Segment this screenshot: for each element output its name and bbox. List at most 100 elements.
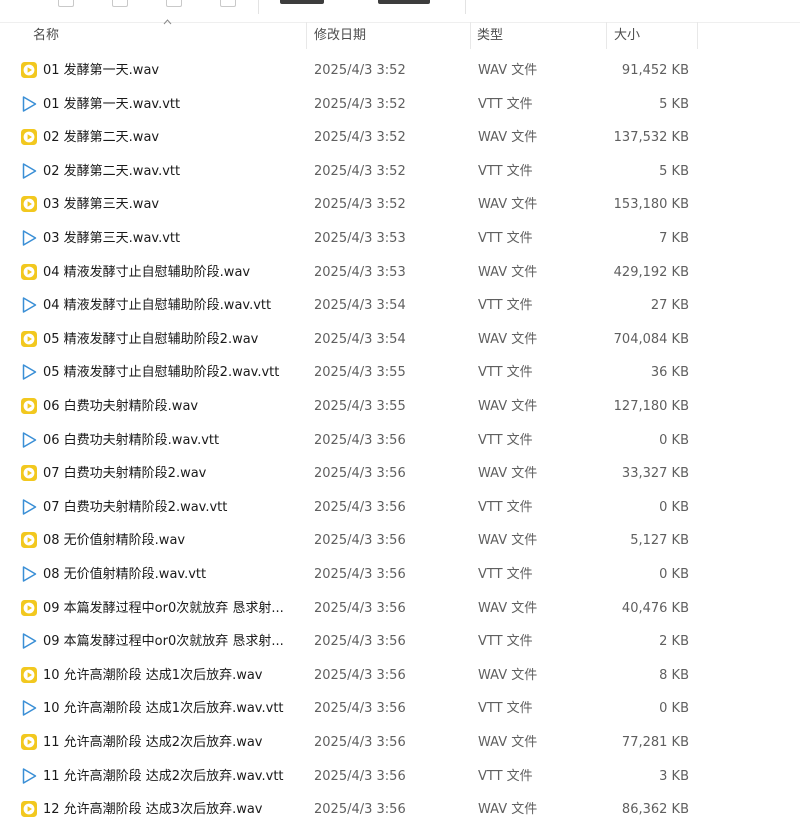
vtt-media-icon: [20, 431, 38, 449]
file-row[interactable]: 09 本篇发酵过程中or0次就放弃 恳求射... 2025/4/3 3:56 V…: [0, 625, 700, 659]
file-size: 0 KB: [659, 701, 689, 717]
file-name: 01 发酵第一天.wav.vtt: [43, 96, 181, 112]
file-type: VTT 文件: [478, 365, 533, 381]
file-type: VTT 文件: [478, 432, 533, 448]
file-type: VTT 文件: [478, 701, 533, 717]
vtt-media-icon: [20, 229, 38, 247]
wav-audio-icon: [20, 195, 38, 213]
copy-icon[interactable]: [58, 0, 74, 7]
column-name-header[interactable]: 名称: [33, 22, 59, 49]
file-date: 2025/4/3 3:56: [314, 768, 406, 784]
toolbar: [0, 0, 800, 23]
column-divider[interactable]: [470, 22, 471, 49]
file-row[interactable]: 09 本篇发酵过程中or0次就放弃 恳求射... 2025/4/3 3:56 W…: [0, 592, 700, 626]
sort-button[interactable]: [280, 0, 324, 4]
file-row[interactable]: 05 精液发酵寸止自慰辅助阶段2.wav 2025/4/3 3:54 WAV 文…: [0, 323, 700, 357]
file-name: 03 发酵第三天.wav: [43, 197, 160, 213]
file-type: VTT 文件: [478, 768, 533, 784]
column-size-header[interactable]: 大小: [614, 22, 640, 49]
file-name: 07 白费功夫射精阶段2.wav.vtt: [43, 499, 228, 515]
file-type: WAV 文件: [478, 264, 538, 280]
wav-audio-icon: [20, 397, 38, 415]
file-row[interactable]: 05 精液发酵寸止自慰辅助阶段2.wav.vtt 2025/4/3 3:55 V…: [0, 356, 700, 390]
file-name: 04 精液发酵寸止自慰辅助阶段.wav: [43, 264, 251, 280]
file-size: 0 KB: [659, 499, 689, 515]
delete-icon[interactable]: [220, 0, 236, 7]
file-type: VTT 文件: [478, 231, 533, 246]
file-row[interactable]: 01 发酵第一天.wav 2025/4/3 3:52 WAV 文件 91,452…: [0, 54, 700, 88]
column-divider[interactable]: [606, 22, 607, 49]
file-date: 2025/4/3 3:56: [314, 667, 406, 683]
file-row[interactable]: 10 允许高潮阶段 达成1次后放弃.wav.vtt 2025/4/3 3:56 …: [0, 692, 700, 726]
file-name: 11 允许高潮阶段 达成2次后放弃.wav.vtt: [43, 768, 284, 784]
file-name: 03 发酵第三天.wav.vtt: [43, 231, 181, 246]
file-name: 05 精液发酵寸止自慰辅助阶段2.wav.vtt: [43, 365, 280, 381]
file-date: 2025/4/3 3:52: [314, 197, 406, 213]
file-row[interactable]: 02 发酵第二天.wav 2025/4/3 3:52 WAV 文件 137,53…: [0, 121, 700, 155]
file-row[interactable]: 11 允许高潮阶段 达成2次后放弃.wav 2025/4/3 3:56 WAV …: [0, 726, 700, 760]
file-row[interactable]: 02 发酵第二天.wav.vtt 2025/4/3 3:52 VTT 文件 5 …: [0, 155, 700, 189]
file-row[interactable]: 04 精液发酵寸止自慰辅助阶段.wav 2025/4/3 3:53 WAV 文件…: [0, 256, 700, 290]
file-row[interactable]: 07 白费功夫射精阶段2.wav.vtt 2025/4/3 3:56 VTT 文…: [0, 491, 700, 525]
file-size: 153,180 KB: [613, 197, 689, 213]
wav-audio-icon: [20, 464, 38, 482]
file-row[interactable]: 03 发酵第三天.wav 2025/4/3 3:52 WAV 文件 153,18…: [0, 188, 700, 222]
file-size: 91,452 KB: [621, 63, 689, 78]
file-name: 06 白费功夫射精阶段.wav.vtt: [43, 432, 220, 448]
file-name: 09 本篇发酵过程中or0次就放弃 恳求射...: [43, 600, 284, 616]
column-divider[interactable]: [306, 22, 307, 49]
file-date: 2025/4/3 3:52: [314, 130, 406, 146]
file-size: 2 KB: [659, 634, 689, 650]
file-size: 0 KB: [659, 567, 689, 582]
wav-audio-icon: [20, 330, 38, 348]
file-name: 02 发酵第二天.wav.vtt: [43, 163, 181, 179]
file-name: 12 允许高潮阶段 达成3次后放弃.wav: [43, 802, 263, 818]
file-size: 7 KB: [659, 231, 689, 246]
file-row[interactable]: 11 允许高潮阶段 达成2次后放弃.wav.vtt 2025/4/3 3:56 …: [0, 760, 700, 794]
file-size: 5,127 KB: [630, 533, 689, 549]
toolbar-divider: [465, 0, 466, 14]
vtt-media-icon: [20, 767, 38, 785]
file-row[interactable]: 08 无价值射精阶段.wav.vtt 2025/4/3 3:56 VTT 文件 …: [0, 558, 700, 592]
file-size: 5 KB: [659, 96, 689, 112]
file-size: 127,180 KB: [613, 399, 689, 414]
file-name: 01 发酵第一天.wav: [43, 63, 160, 78]
column-type-header[interactable]: 类型: [477, 22, 503, 49]
wav-audio-icon: [20, 733, 38, 751]
file-name: 04 精液发酵寸止自慰辅助阶段.wav.vtt: [43, 298, 272, 314]
file-date: 2025/4/3 3:53: [314, 264, 406, 280]
toolbar-divider: [258, 0, 259, 14]
file-size: 8 KB: [659, 667, 689, 683]
column-divider[interactable]: [697, 22, 698, 49]
file-row[interactable]: 06 白费功夫射精阶段.wav.vtt 2025/4/3 3:56 VTT 文件…: [0, 424, 700, 458]
file-row[interactable]: 04 精液发酵寸止自慰辅助阶段.wav.vtt 2025/4/3 3:54 VT…: [0, 289, 700, 323]
file-row[interactable]: 12 允许高潮阶段 达成3次后放弃.wav 2025/4/3 3:56 WAV …: [0, 793, 700, 827]
file-size: 0 KB: [659, 432, 689, 448]
file-size: 36 KB: [650, 365, 689, 381]
file-type: WAV 文件: [478, 197, 538, 213]
vtt-media-icon: [20, 296, 38, 314]
rename-icon[interactable]: [166, 0, 182, 7]
file-type: WAV 文件: [478, 399, 538, 414]
wav-audio-icon: [20, 128, 38, 146]
file-date: 2025/4/3 3:56: [314, 499, 406, 515]
column-date-header[interactable]: 修改日期: [314, 22, 366, 49]
file-size: 137,532 KB: [613, 130, 689, 146]
file-row[interactable]: 06 白费功夫射精阶段.wav 2025/4/3 3:55 WAV 文件 127…: [0, 390, 700, 424]
file-type: VTT 文件: [478, 96, 533, 112]
paste-icon[interactable]: [112, 0, 128, 7]
file-row[interactable]: 03 发酵第三天.wav.vtt 2025/4/3 3:53 VTT 文件 7 …: [0, 222, 700, 256]
file-type: WAV 文件: [478, 466, 538, 482]
file-type: WAV 文件: [478, 735, 538, 750]
file-date: 2025/4/3 3:53: [314, 231, 406, 246]
file-type: WAV 文件: [478, 802, 538, 818]
file-row[interactable]: 07 白费功夫射精阶段2.wav 2025/4/3 3:56 WAV 文件 33…: [0, 457, 700, 491]
file-row[interactable]: 10 允许高潮阶段 达成1次后放弃.wav 2025/4/3 3:56 WAV …: [0, 659, 700, 693]
view-button[interactable]: [378, 0, 430, 4]
file-row[interactable]: 01 发酵第一天.wav.vtt 2025/4/3 3:52 VTT 文件 5 …: [0, 88, 700, 122]
file-type: WAV 文件: [478, 331, 538, 347]
file-name: 07 白费功夫射精阶段2.wav: [43, 466, 207, 482]
file-row[interactable]: 08 无价值射精阶段.wav 2025/4/3 3:56 WAV 文件 5,12…: [0, 524, 700, 558]
file-size: 27 KB: [650, 298, 689, 314]
vtt-media-icon: [20, 565, 38, 583]
